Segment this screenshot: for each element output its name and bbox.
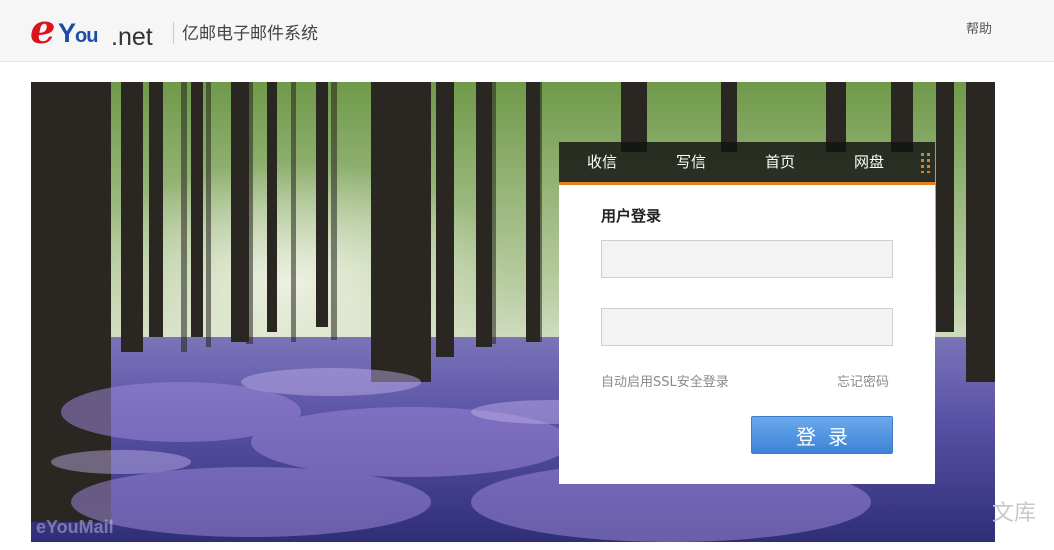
username-input[interactable] (601, 240, 893, 278)
login-form: 用户登录 自动启用SSL安全登录 忘记密码 登录 (559, 185, 935, 484)
password-input[interactable] (601, 308, 893, 346)
eyoumail-watermark: eYouMail (36, 517, 114, 537)
logo-you-letters: You (58, 18, 98, 48)
header-divider (173, 22, 174, 44)
forgot-password-link[interactable]: 忘记密码 (837, 373, 889, 393)
nav-compose[interactable]: 写信 (676, 152, 706, 172)
eyou-logo[interactable]: e You .net (30, 4, 170, 54)
wenku-watermark: 文库 (992, 501, 1037, 526)
top-header: e You .net 亿邮电子邮件系统 帮助 (0, 0, 1054, 62)
login-title: 用户登录 (601, 207, 662, 225)
login-panel: 收信 写信 首页 网盘 用户登录 自动启用SSL安全登录 忘记密码 登录 (559, 142, 935, 484)
login-button[interactable]: 登录 (751, 416, 893, 454)
quick-nav-bar: 收信 写信 首页 网盘 (559, 142, 935, 182)
product-name: 亿邮电子邮件系统 (182, 24, 318, 44)
help-link[interactable]: 帮助 (966, 20, 992, 40)
logo-e-letter: e (30, 6, 56, 53)
nav-home[interactable]: 首页 (765, 152, 795, 172)
ssl-login-option[interactable]: 自动启用SSL安全登录 (601, 373, 729, 393)
nav-inbox[interactable]: 收信 (587, 152, 617, 172)
logo-net-suffix: .net (111, 23, 153, 51)
nav-netdisk[interactable]: 网盘 (854, 152, 884, 172)
grid-dots-icon[interactable] (921, 153, 930, 173)
